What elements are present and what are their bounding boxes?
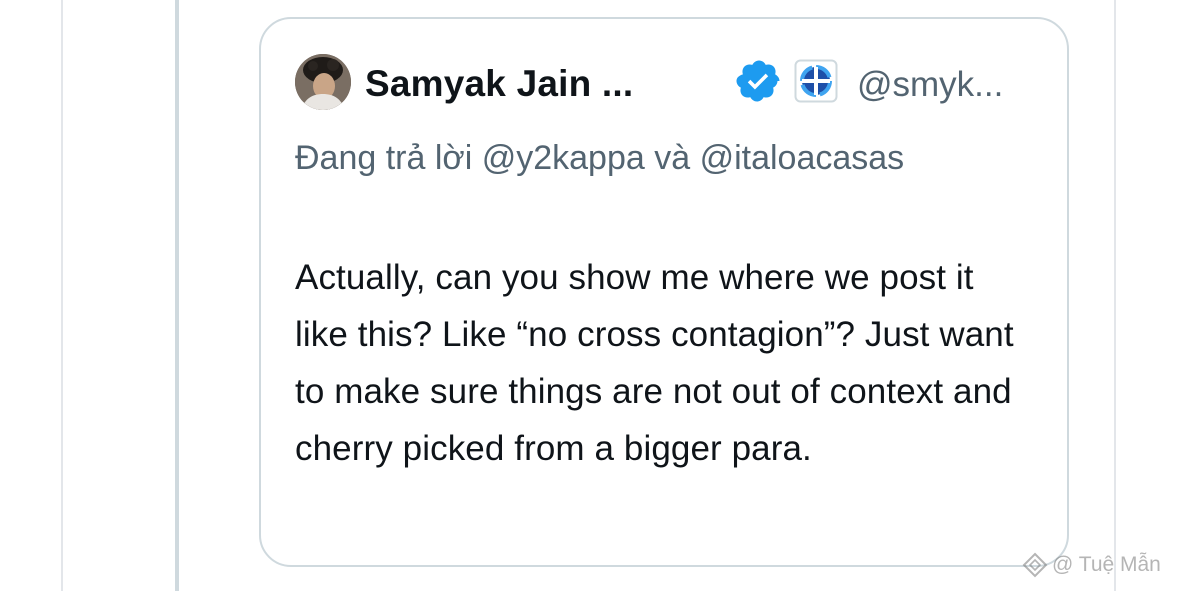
quoted-tweet-header: Samyak Jain ... @smyk... bbox=[295, 53, 1035, 111]
thread-rail-inner bbox=[175, 0, 179, 591]
reply-context-text: Đang trả lời @y2kappa và @italoacasas bbox=[295, 139, 905, 177]
author-handle[interactable]: @smyk... bbox=[857, 65, 1003, 105]
author-avatar[interactable] bbox=[295, 54, 351, 110]
quoted-tweet-card[interactable]: Samyak Jain ... @smyk... Đang trả lời @y… bbox=[259, 17, 1069, 567]
watermark: @ Tuệ Mẫn bbox=[1022, 550, 1161, 580]
thread-rail-outer bbox=[61, 0, 63, 591]
verified-badge-icon bbox=[735, 57, 783, 105]
watermark-text: @ Tuệ Mẫn bbox=[1052, 553, 1161, 576]
diamond-logo-icon bbox=[1022, 552, 1048, 578]
affiliate-org-icon[interactable] bbox=[794, 59, 838, 103]
author-display-name[interactable]: Samyak Jain ... bbox=[365, 63, 633, 105]
column-border-right bbox=[1114, 0, 1116, 591]
quoted-tweet-body: Actually, can you show me where we post … bbox=[295, 258, 1014, 468]
